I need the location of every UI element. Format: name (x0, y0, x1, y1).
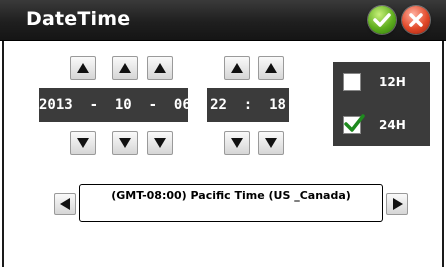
hour-value: 22 (210, 97, 227, 113)
day-down-button[interactable] (147, 131, 173, 155)
arrow-left-icon (60, 198, 70, 210)
minute-value: 18 (269, 97, 286, 113)
format-12h-label: 12H (379, 75, 406, 89)
date-separator: - (148, 97, 158, 113)
year-down-button[interactable] (70, 131, 96, 155)
month-value: 10 (114, 97, 132, 113)
minute-up-button[interactable] (258, 56, 284, 80)
checkmark-icon (344, 114, 365, 132)
arrow-up-icon (231, 63, 243, 73)
day-up-button[interactable] (147, 56, 173, 80)
year-up-button[interactable] (70, 56, 96, 80)
arrow-down-icon (77, 138, 89, 148)
window-title: DateTime (26, 8, 131, 30)
timezone-next-button[interactable] (386, 193, 408, 215)
arrow-up-icon (77, 63, 89, 73)
title-bar: DateTime (0, 0, 446, 41)
close-icon (409, 13, 423, 27)
arrow-down-icon (154, 138, 166, 148)
timezone-display: (GMT-08:00) Pacific Time (US _Canada) (79, 184, 383, 222)
check-icon (373, 13, 391, 27)
year-value: 2013 (39, 97, 73, 113)
arrow-up-icon (265, 63, 277, 73)
timezone-prev-button[interactable] (54, 193, 76, 215)
time-display: 22 : 18 (207, 88, 289, 122)
day-value: 06 (173, 97, 191, 113)
format-12h-checkbox[interactable] (343, 73, 361, 91)
arrow-up-icon (119, 63, 131, 73)
time-format-panel: 12H 24H (333, 62, 430, 146)
month-down-button[interactable] (112, 131, 138, 155)
minute-down-button[interactable] (258, 131, 284, 155)
arrow-down-icon (265, 138, 277, 148)
arrow-right-icon (393, 198, 403, 210)
month-up-button[interactable] (112, 56, 138, 80)
date-display: 2013 - 10 - 06 (39, 88, 191, 122)
timezone-value: (GMT-08:00) Pacific Time (US _Canada) (111, 189, 351, 202)
arrow-up-icon (154, 63, 166, 73)
arrow-down-icon (119, 138, 131, 148)
time-separator: : (243, 97, 253, 113)
arrow-down-icon (231, 138, 243, 148)
cancel-button[interactable] (402, 6, 430, 34)
ok-button[interactable] (368, 6, 396, 34)
format-24h-checkbox[interactable] (343, 114, 365, 134)
hour-down-button[interactable] (224, 131, 250, 155)
date-separator: - (89, 97, 99, 113)
hour-up-button[interactable] (224, 56, 250, 80)
format-24h-label: 24H (379, 118, 406, 132)
